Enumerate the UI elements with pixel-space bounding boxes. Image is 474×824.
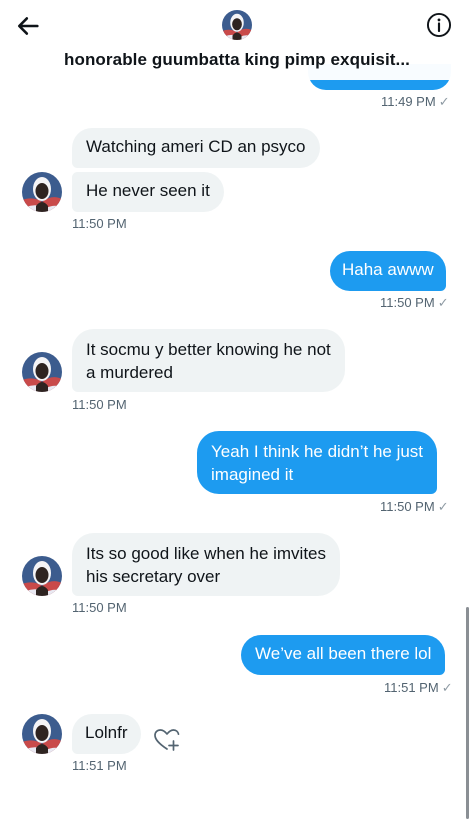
- outgoing-message-bubble[interactable]: We’ve all been there lol: [241, 635, 446, 675]
- message-timestamp: 11:50 PM: [72, 216, 127, 231]
- incoming-message-bubble[interactable]: He never seen it: [72, 172, 224, 212]
- seen-check-icon: ✓: [441, 680, 453, 695]
- seen-check-icon: ✓: [438, 94, 450, 109]
- heart-plus-icon: [154, 729, 180, 751]
- seen-check-icon: ✓: [437, 499, 449, 514]
- message-timestamp: 11:49 PM ✓: [381, 94, 450, 109]
- outgoing-message-bubble[interactable]: Haha awww: [330, 251, 446, 291]
- message-timestamp: 11:50 PM ✓: [380, 499, 449, 514]
- back-button[interactable]: [14, 12, 42, 40]
- incoming-message-bubble[interactable]: It socmu y better knowing he not a murde…: [72, 329, 345, 392]
- info-button[interactable]: [426, 12, 452, 38]
- message-timestamp: 11:51 PM: [72, 758, 127, 773]
- scrollbar[interactable]: [466, 607, 469, 819]
- sender-avatar[interactable]: [22, 714, 62, 754]
- sender-avatar[interactable]: [22, 352, 62, 392]
- sender-avatar[interactable]: [22, 556, 62, 596]
- outgoing-message-bubble[interactable]: Yeah I think he didn’t he just imagined …: [197, 431, 438, 494]
- incoming-message-bubble[interactable]: Lolnfr: [72, 714, 141, 754]
- conversation-header: honorable guumbatta king pimp exquisit..…: [0, 0, 474, 80]
- add-reaction-button[interactable]: [153, 727, 181, 753]
- message-timestamp: 11:51 PM ✓: [384, 680, 453, 695]
- message-timestamp: 11:50 PM: [72, 600, 127, 615]
- header-avatar[interactable]: [222, 10, 252, 40]
- arrow-left-icon: [17, 17, 39, 35]
- message-timestamp: 11:50 PM ✓: [380, 295, 449, 310]
- sender-avatar[interactable]: [22, 172, 62, 212]
- conversation-title: honorable guumbatta king pimp exquisit..…: [63, 50, 410, 69]
- seen-check-icon: ✓: [437, 295, 449, 310]
- incoming-message-bubble[interactable]: Watching ameri CD an psyco: [72, 128, 320, 168]
- info-circle-icon: [426, 12, 452, 38]
- message-timestamp: 11:50 PM: [72, 397, 127, 412]
- incoming-message-bubble[interactable]: Its so good like when he imvites his sec…: [72, 533, 341, 596]
